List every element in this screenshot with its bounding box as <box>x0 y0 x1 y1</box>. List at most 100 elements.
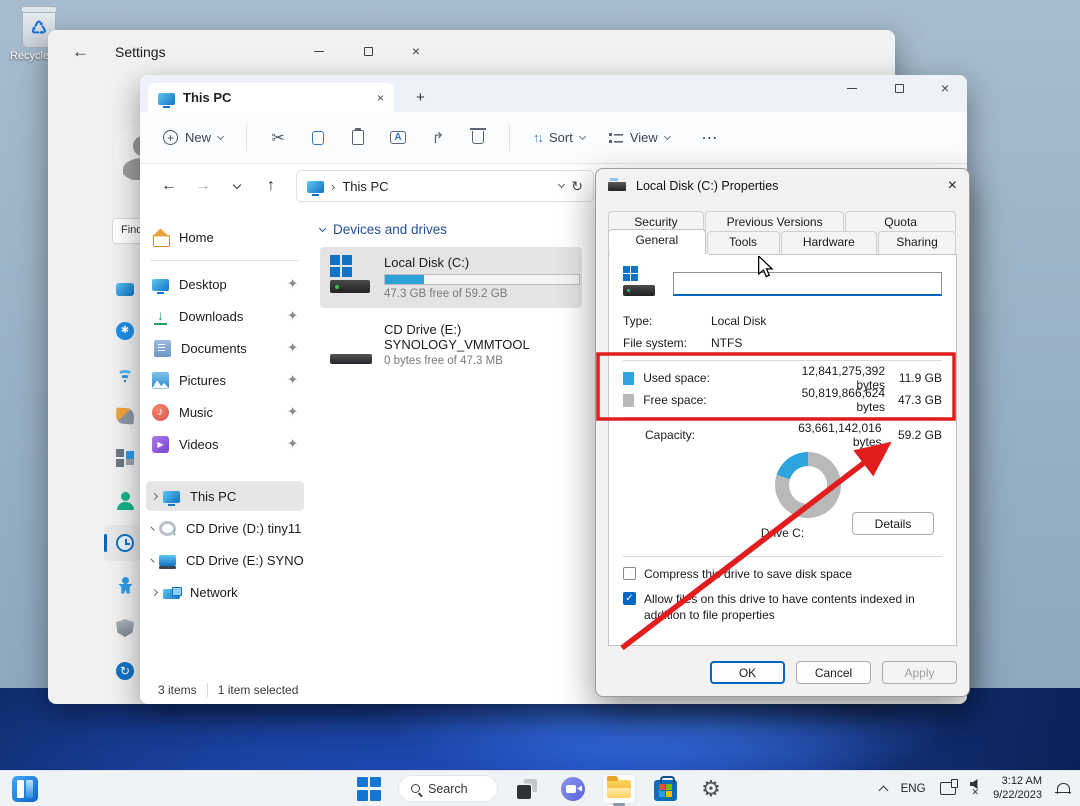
pin-icon: ✦ <box>287 404 298 420</box>
local-disk-icon <box>623 266 657 296</box>
settings-button[interactable]: ⚙ <box>694 774 728 804</box>
more-options-button[interactable]: ⋯ <box>693 123 727 153</box>
delete-button[interactable] <box>461 123 495 153</box>
taskbar-clock[interactable]: 3:12 AM 9/22/2023 <box>993 775 1042 803</box>
refresh-icon[interactable]: ↻ <box>571 178 583 195</box>
close-button[interactable]: × <box>412 44 420 58</box>
nav-item-cd-drive-d[interactable]: CD Drive (D:) tiny11 <box>146 513 304 543</box>
hidden-icons-chevron[interactable] <box>878 786 888 796</box>
network-icon <box>163 589 180 599</box>
explorer-tab-bar: This PC × + × <box>140 75 967 112</box>
pin-icon: ✦ <box>287 340 298 356</box>
tab-quota[interactable]: Quota <box>845 211 956 232</box>
pin-icon: ✦ <box>287 308 298 324</box>
nav-item-videos[interactable]: Videos✦ <box>146 429 304 459</box>
free-space-swatch <box>623 394 634 407</box>
tab-tools[interactable]: Tools <box>707 231 780 254</box>
dialog-close-button[interactable]: × <box>948 177 957 195</box>
network-tray-icon[interactable] <box>940 782 956 795</box>
chevron-right-icon[interactable] <box>150 558 154 562</box>
filesystem-value: NTFS <box>711 336 742 350</box>
drive-c-tile[interactable]: Local Disk (C:) 47.3 GB free of 59.2 GB <box>320 247 582 308</box>
new-button[interactable]: + New <box>154 124 232 151</box>
explorer-maximize-button[interactable] <box>893 81 907 95</box>
start-button[interactable] <box>352 774 386 804</box>
accounts-icon <box>116 492 134 510</box>
store-button[interactable] <box>648 774 682 804</box>
new-tab-button[interactable]: + <box>416 89 425 106</box>
type-label: Type: <box>623 314 711 328</box>
nav-item-desktop[interactable]: Desktop✦ <box>146 269 304 299</box>
address-box[interactable]: › This PC ↻ <box>296 170 594 202</box>
tab-sharing[interactable]: Sharing <box>878 231 956 254</box>
breadcrumb[interactable]: This PC <box>342 179 552 194</box>
paste-button[interactable] <box>341 123 375 153</box>
language-indicator[interactable]: ENG <box>901 783 926 795</box>
share-button[interactable]: ↱ <box>421 123 455 153</box>
chevron-right-icon[interactable] <box>151 588 158 595</box>
capacity-row: Capacity: 63,661,142,016 bytes 59.2 GB <box>623 424 942 446</box>
index-checkbox[interactable]: ✓ <box>623 592 636 605</box>
nav-forward-button[interactable]: → <box>188 171 218 201</box>
widgets-button[interactable] <box>8 774 42 804</box>
copy-button[interactable] <box>301 123 335 153</box>
nav-item-documents[interactable]: Documents✦ <box>146 333 304 363</box>
paste-icon <box>352 130 364 145</box>
view-button[interactable]: View <box>600 124 679 151</box>
nav-back-button[interactable]: ← <box>154 171 184 201</box>
desktop: ♺ Recycle Bin ← Settings × Find a se Sys… <box>0 0 1080 806</box>
cut-button[interactable]: ✂ <box>261 123 295 153</box>
bluetooth-icon <box>116 322 134 340</box>
apply-button[interactable]: Apply <box>882 661 957 684</box>
compress-checkbox-row[interactable]: Compress this drive to save disk space <box>623 566 942 582</box>
details-button[interactable]: Details <box>852 512 934 535</box>
volume-label-input[interactable] <box>673 272 942 296</box>
chevron-down-icon[interactable] <box>558 181 565 188</box>
minimize-button[interactable] <box>312 44 326 58</box>
pin-icon: ✦ <box>287 276 298 292</box>
taskbar-search[interactable]: Search <box>398 775 498 802</box>
nav-history-button[interactable] <box>222 171 252 201</box>
back-icon[interactable]: ← <box>72 42 89 62</box>
nav-item-downloads[interactable]: Downloads✦ <box>146 301 304 331</box>
maximize-button[interactable] <box>362 44 376 58</box>
tab-close-icon[interactable]: × <box>377 92 384 104</box>
ok-button[interactable]: OK <box>710 661 785 684</box>
nav-item-music[interactable]: Music✦ <box>146 397 304 427</box>
explorer-minimize-button[interactable] <box>845 81 859 95</box>
nav-item-this-pc[interactable]: This PC <box>146 481 304 511</box>
tray-date: 9/22/2023 <box>993 789 1042 803</box>
explorer-close-button[interactable]: × <box>941 81 949 95</box>
cancel-button[interactable]: Cancel <box>796 661 871 684</box>
tab-general[interactable]: General <box>608 229 706 254</box>
file-explorer-button[interactable] <box>602 774 636 804</box>
sort-button[interactable]: ↑↓ Sort <box>524 124 594 151</box>
nav-up-button[interactable]: ↑ <box>256 171 286 201</box>
chevron-down-icon <box>217 132 224 139</box>
compress-checkbox[interactable] <box>623 567 636 580</box>
chat-button[interactable] <box>556 774 590 804</box>
dialog-buttons: OK Cancel Apply <box>710 661 957 684</box>
tab-this-pc[interactable]: This PC × <box>148 83 394 112</box>
notifications-bell-icon[interactable] <box>1056 782 1070 796</box>
rename-icon: A <box>390 131 406 144</box>
nav-item-pictures[interactable]: Pictures✦ <box>146 365 304 395</box>
chevron-right-icon[interactable] <box>151 492 158 499</box>
nav-item-home[interactable]: Home <box>146 222 304 252</box>
cd-drive-e-tile[interactable]: CD Drive (E:) SYNOLOGY_VMMTOOL 0 bytes f… <box>320 314 582 375</box>
update-icon <box>116 662 134 680</box>
task-view-button[interactable] <box>510 774 544 804</box>
explorer-toolbar: + New ✂ A ↱ ↑↓ Sort View ⋯ <box>140 112 967 164</box>
chevron-down-icon <box>664 132 671 139</box>
clock-icon <box>116 534 134 552</box>
nav-item-cd-drive-e[interactable]: CD Drive (E:) SYNO <box>146 545 304 575</box>
tab-hardware[interactable]: Hardware <box>781 231 878 254</box>
index-checkbox-row[interactable]: ✓ Allow files on this drive to have cont… <box>623 591 942 623</box>
volume-muted-icon[interactable]: ✕ <box>970 779 980 798</box>
item-count: 3 items <box>158 683 197 697</box>
accessibility-icon <box>116 577 134 595</box>
chevron-right-icon[interactable] <box>150 526 154 530</box>
rename-button[interactable]: A <box>381 123 415 153</box>
tab-previous-versions[interactable]: Previous Versions <box>705 211 844 232</box>
nav-item-network[interactable]: Network <box>146 577 304 607</box>
